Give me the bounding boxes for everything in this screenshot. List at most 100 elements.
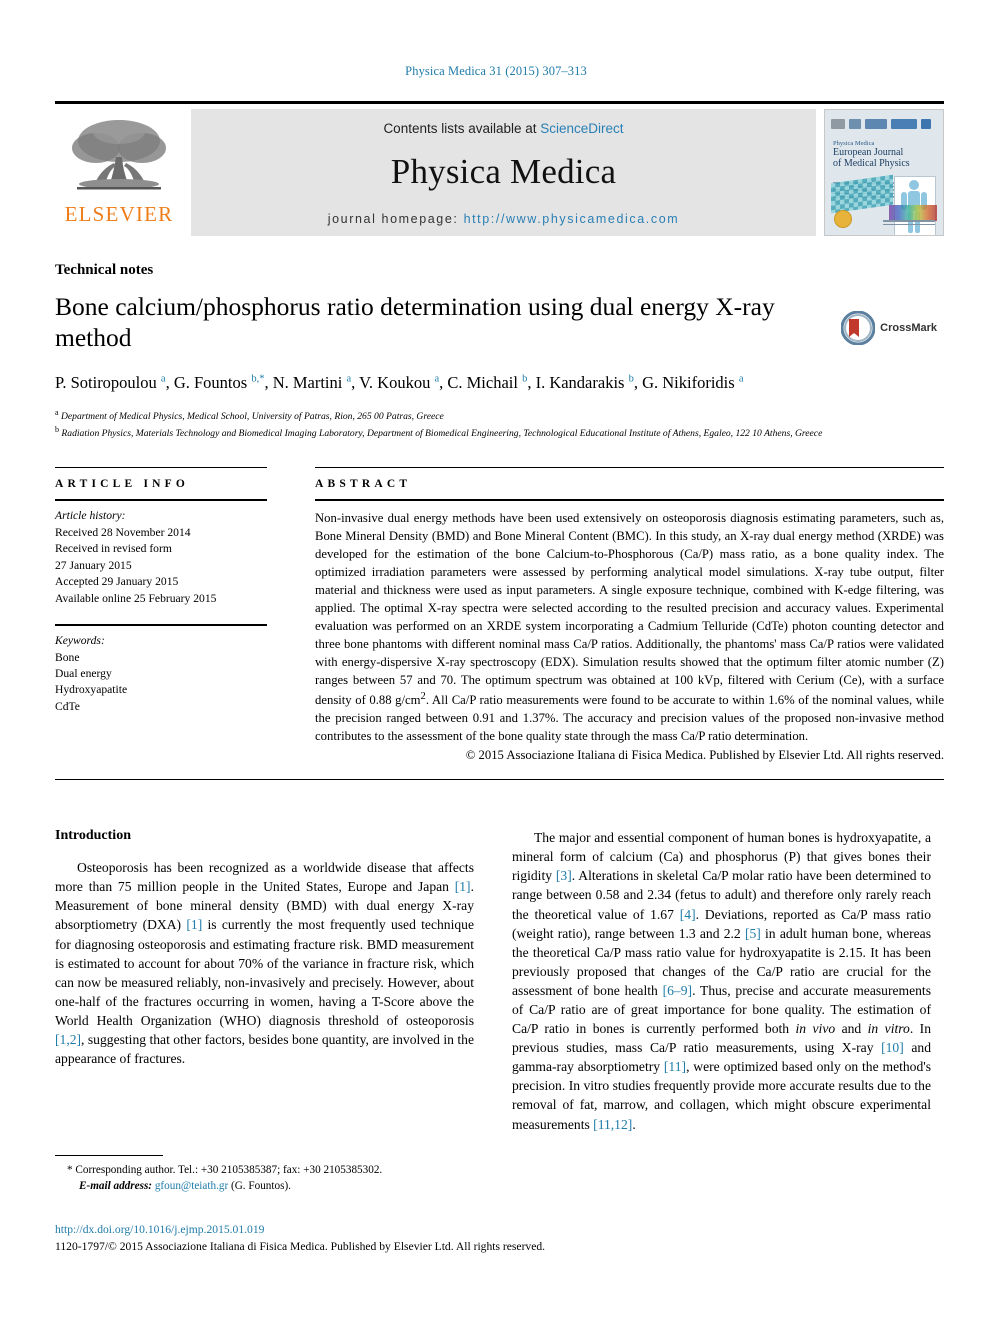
keyword-item: Dual energy	[55, 666, 112, 680]
cover-icon-4	[891, 118, 917, 129]
homepage-url-link[interactable]: http://www.physicamedica.com	[464, 212, 680, 226]
abstract-copyright: © 2015 Associazione Italiana di Fisica M…	[465, 748, 944, 763]
email-owner: (G. Fountos).	[231, 1179, 291, 1192]
intro-paragraph-left: Osteoporosis has been recognized as a wo…	[55, 858, 474, 1068]
cover-footer-lines	[883, 220, 935, 227]
cover-title-line2: of Medical Physics	[833, 158, 910, 170]
cover-title-line1: European Journal	[833, 147, 904, 159]
cover-kicker: Physica Medica	[833, 140, 875, 147]
masthead-top-rule	[55, 101, 944, 104]
crossmark-badge[interactable]: CrossMark	[841, 311, 937, 345]
citation-ref[interactable]: [1,2]	[55, 1032, 81, 1047]
text-fragment: .	[632, 1116, 636, 1132]
journal-band: Contents lists available at ScienceDirec…	[191, 109, 816, 236]
text-fragment: Osteoporosis has been recognized as a wo…	[55, 860, 474, 895]
elsevier-wordmark: ELSEVIER	[64, 202, 174, 226]
citation-ref[interactable]: [6–9]	[663, 983, 692, 998]
citation-ref[interactable]: [1]	[455, 879, 471, 894]
footnote-marker: *	[67, 1164, 73, 1176]
email-address-label: E-mail address:	[79, 1179, 153, 1192]
citation-ref[interactable]: [4]	[680, 907, 696, 922]
footnote-rule	[55, 1155, 163, 1156]
keywords-label: Keywords:	[55, 634, 105, 648]
title-block: Bone calcium/phosphorus ratio determinat…	[55, 291, 937, 353]
keyword-item: Hydroxyapatite	[55, 683, 128, 697]
keyword-item: Bone	[55, 650, 80, 664]
citation-ref[interactable]: [11]	[664, 1059, 686, 1074]
italic-term: in vivo	[795, 1021, 836, 1037]
affiliation-b-text: Radiation Physics, Materials Technology …	[61, 428, 823, 440]
cover-icon-1	[831, 118, 845, 129]
article-info-heading: ARTICLE INFO	[55, 478, 190, 491]
abstract-text: Non-invasive dual energy methods have be…	[315, 501, 944, 746]
text-fragment: , suggesting that other factors, besides…	[55, 1032, 474, 1067]
section-heading-introduction: Introduction	[55, 828, 131, 844]
cover-publisher-icons	[831, 117, 937, 130]
article-history-block: Article history: Received 28 November 20…	[55, 501, 267, 607]
cover-seal-icon	[834, 210, 852, 228]
affiliation-a-text: Department of Medical Physics, Medical S…	[60, 411, 444, 423]
affiliation-b: b Radiation Physics, Materials Technolog…	[55, 425, 823, 440]
keywords-block: Keywords: Bone Dual energy Hydroxyapatit…	[55, 626, 267, 715]
history-item: Received 28 November 2014	[55, 525, 191, 539]
cover-icon-3	[865, 118, 887, 129]
cover-icon-5	[921, 118, 931, 129]
email-link[interactable]: gfoun@teiath.gr	[155, 1180, 228, 1192]
journal-title: Physica Medica	[390, 152, 617, 191]
text-fragment: and	[835, 1021, 868, 1037]
citation-ref[interactable]: [5]	[745, 926, 761, 941]
crossmark-icon	[841, 311, 876, 345]
history-item: Accepted 29 January 2015	[55, 575, 179, 589]
article-info-column: ARTICLE INFO Article history: Received 2…	[55, 467, 267, 763]
page-title: Bone calcium/phosphorus ratio determinat…	[55, 292, 775, 353]
homepage-prefix: journal homepage:	[327, 212, 464, 226]
journal-masthead: ELSEVIER Contents lists available at Sci…	[55, 101, 944, 236]
cover-spectrum-strip	[889, 205, 937, 221]
history-item: Received in revised form	[55, 542, 172, 556]
corresponding-author-footnote: * Corresponding author. Tel.: +30 210538…	[55, 1155, 474, 1195]
contents-prefix: Contents lists available at	[383, 121, 541, 136]
issn-copyright-line: 1120-1797/© 2015 Associazione Italiana d…	[55, 1240, 546, 1254]
doi-link[interactable]: http://dx.doi.org/10.1016/j.ejmp.2015.01…	[55, 1221, 944, 1238]
keyword-item: CdTe	[55, 699, 80, 713]
footnote-contact: Corresponding author. Tel.: +30 21053853…	[75, 1164, 383, 1176]
affiliation-list: a Department of Medical Physics, Medical…	[55, 407, 937, 441]
author-list: P. Sotiropoulou a, G. Fountos b,*, N. Ma…	[55, 371, 937, 395]
abstract-bottom-rule	[55, 779, 944, 781]
abstract-column: ABSTRACT Non-invasive dual energy method…	[267, 467, 944, 763]
history-item: 27 January 2015	[55, 558, 132, 572]
article-history-label: Article history:	[55, 509, 126, 523]
journal-homepage-line: journal homepage: http://www.physicamedi…	[328, 212, 680, 226]
history-item: Available online 25 February 2015	[55, 591, 217, 605]
body-column-right: The major and essential component of hum…	[512, 828, 931, 1134]
abstract-text-main: Non-invasive dual energy methods have be…	[315, 511, 944, 708]
contents-available-line: Contents lists available at ScienceDirec…	[383, 121, 623, 136]
abstract-heading: ABSTRACT	[315, 478, 412, 491]
author-names: P. Sotiropoulou a, G. Fountos b,*, N. Ma…	[55, 373, 744, 393]
text-fragment: is currently the most frequently used te…	[55, 917, 474, 1028]
body-column-left: Introduction Osteoporosis has been recog…	[55, 828, 474, 1134]
citation-ref[interactable]: [1]	[186, 917, 202, 932]
intro-paragraph-right: The major and essential component of hum…	[512, 828, 931, 1134]
affiliation-a: a Department of Medical Physics, Medical…	[55, 408, 444, 423]
italic-term: in vitro	[867, 1021, 910, 1037]
body-columns: Introduction Osteoporosis has been recog…	[55, 828, 944, 1134]
footnote-text: * Corresponding author. Tel.: +30 210538…	[55, 1163, 474, 1195]
running-head: Physica Medica 31 (2015) 307–313	[405, 64, 587, 78]
citation-ref[interactable]: [11,12]	[593, 1117, 632, 1132]
cover-icon-2	[849, 118, 861, 129]
cover-checker-pattern	[831, 174, 893, 214]
info-abstract-row: ARTICLE INFO Article history: Received 2…	[55, 467, 944, 763]
article-type-kicker: Technical notes	[55, 262, 154, 278]
elsevier-logo: ELSEVIER	[55, 109, 183, 236]
article-page: Physica Medica 31 (2015) 307–313 ELSEVIE…	[0, 0, 992, 1323]
sciencedirect-link[interactable]: ScienceDirect	[540, 121, 623, 136]
cover-title-block: Physica Medica European Journal of Medic…	[833, 140, 910, 170]
journal-cover-thumbnail[interactable]: Physica Medica European Journal of Medic…	[824, 109, 944, 236]
crossmark-label: CrossMark	[880, 322, 937, 334]
elsevier-tree-icon	[72, 120, 166, 190]
page-footer: http://dx.doi.org/10.1016/j.ejmp.2015.01…	[55, 1221, 944, 1256]
citation-ref[interactable]: [3]	[556, 868, 572, 883]
citation-ref[interactable]: [10]	[881, 1040, 904, 1055]
